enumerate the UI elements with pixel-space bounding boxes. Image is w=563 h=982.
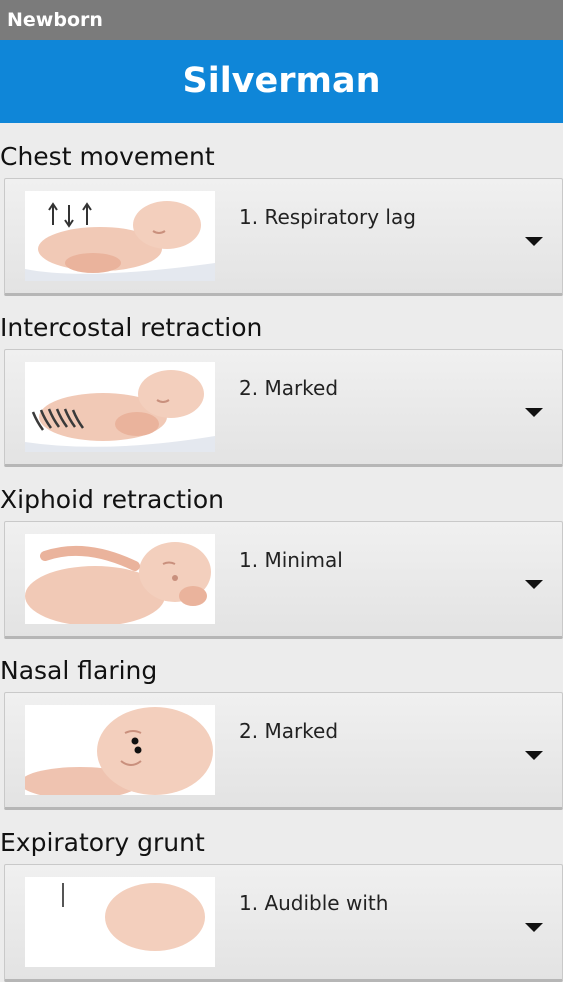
nasal-flaring-value: 2. Marked	[239, 719, 339, 743]
select-xiphoid-retraction[interactable]: 1. Minimal	[4, 521, 563, 639]
section-label-expiratory-grunt: Expiratory grunt	[0, 828, 205, 857]
intercostal-retraction-value: 2. Marked	[239, 376, 339, 400]
nasal-flaring-illustration	[25, 705, 215, 795]
caret-down-icon	[525, 923, 543, 932]
select-intercostal-retraction[interactable]: 2. Marked	[4, 349, 563, 467]
intercostal-retraction-illustration	[25, 362, 215, 452]
chest-movement-value: 1. Respiratory lag	[239, 205, 416, 229]
caret-down-icon	[525, 408, 543, 417]
section-label-intercostal-retraction: Intercostal retraction	[0, 313, 263, 342]
section-label-chest-movement: Chest movement	[0, 142, 215, 171]
caret-down-icon	[525, 237, 543, 246]
select-chest-movement[interactable]: 1. Respiratory lag	[4, 178, 563, 296]
caret-down-icon	[525, 751, 543, 760]
page-header: Silverman	[0, 40, 563, 123]
section-label-xiphoid-retraction: Xiphoid retraction	[0, 485, 224, 514]
page-title: Silverman	[182, 61, 381, 101]
section-label-nasal-flaring: Nasal flaring	[0, 656, 158, 685]
app-title: Newborn	[7, 9, 103, 31]
expiratory-grunt-value: 1. Audible with	[239, 891, 389, 915]
chest-movement-illustration	[25, 191, 215, 281]
expiratory-grunt-illustration	[25, 877, 215, 967]
app-title-bar: Newborn	[0, 0, 563, 40]
xiphoid-retraction-illustration	[25, 534, 215, 624]
caret-down-icon	[525, 580, 543, 589]
select-expiratory-grunt[interactable]: 1. Audible with	[4, 864, 563, 982]
select-nasal-flaring[interactable]: 2. Marked	[4, 692, 563, 810]
xiphoid-retraction-value: 1. Minimal	[239, 548, 343, 572]
